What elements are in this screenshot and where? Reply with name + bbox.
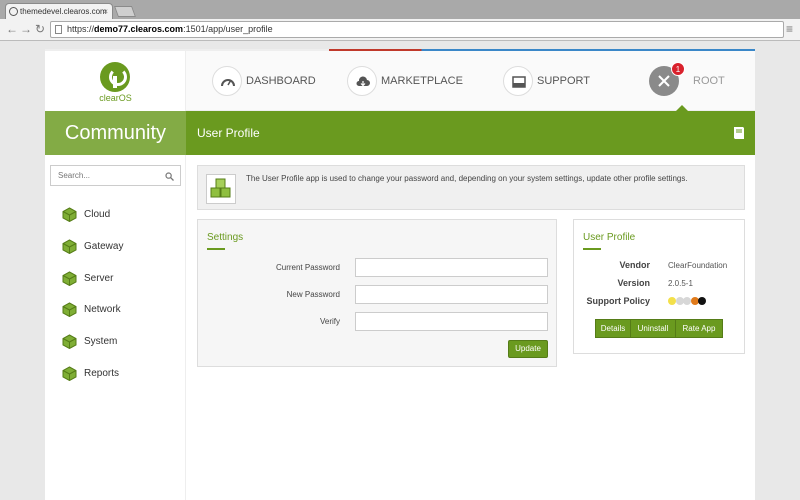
browser-menu-icon[interactable]: ≡ bbox=[786, 22, 793, 37]
settings-panel: Settings Current Password New Password V… bbox=[197, 219, 557, 367]
new-password-field[interactable] bbox=[355, 285, 548, 304]
reload-icon[interactable]: ↻ bbox=[35, 22, 45, 37]
vendor-value: ClearFoundation bbox=[668, 261, 728, 270]
nav-marketplace-label: MARKETPLACE bbox=[381, 75, 463, 87]
support-level-dot bbox=[683, 297, 691, 305]
app-description-box: The User Profile app is used to change y… bbox=[197, 165, 745, 210]
profile-title: User Profile bbox=[583, 232, 636, 243]
cube-icon bbox=[62, 271, 77, 286]
browser-toolbar: ← → ↻ https://demo77.clearos.com:1501/ap… bbox=[0, 19, 800, 41]
page-title: User Profile bbox=[197, 126, 260, 140]
notification-badge: 1 bbox=[671, 62, 685, 76]
cube-icon bbox=[62, 302, 77, 317]
browser-tab-strip: themedevel.clearos.com × bbox=[0, 0, 800, 19]
book-icon[interactable] bbox=[731, 125, 747, 144]
user-profile-panel: User Profile Vendor ClearFoundation Vers… bbox=[573, 219, 745, 354]
details-button[interactable]: Details bbox=[595, 319, 631, 338]
url-path: :1501/app/user_profile bbox=[183, 24, 273, 34]
update-button[interactable]: Update bbox=[508, 340, 548, 358]
current-password-label: Current Password bbox=[275, 263, 340, 272]
url-prefix: https:// bbox=[67, 24, 95, 34]
cube-icon bbox=[62, 334, 77, 349]
sidebar-item-label: Server bbox=[84, 273, 114, 284]
sidebar-item-label: Network bbox=[84, 304, 121, 315]
version-label: Version bbox=[617, 278, 650, 288]
title-underline bbox=[207, 248, 225, 250]
sidebar: Cloud Gateway Server Network System Reports bbox=[45, 155, 186, 500]
tab-title: themedevel.clearos.com bbox=[20, 7, 107, 16]
clearos-logo-icon bbox=[100, 62, 130, 92]
search-icon[interactable] bbox=[165, 172, 174, 184]
page-banner: Community User Profile bbox=[45, 111, 755, 155]
uninstall-button[interactable]: Uninstall bbox=[630, 319, 676, 338]
cube-icon bbox=[62, 366, 77, 381]
version-value: 2.0.5-1 bbox=[668, 279, 693, 288]
new-tab-button[interactable] bbox=[113, 6, 137, 17]
inbox-icon bbox=[503, 66, 533, 96]
vendor-label: Vendor bbox=[619, 260, 650, 270]
cloud-download-icon bbox=[347, 66, 377, 96]
search-input[interactable] bbox=[50, 165, 181, 186]
sidebar-item-label: Reports bbox=[84, 368, 120, 379]
url-host: demo77.clearos.com bbox=[94, 24, 184, 34]
back-icon[interactable]: ← bbox=[6, 22, 18, 37]
dashboard-icon bbox=[212, 66, 242, 96]
sidebar-item-label: System bbox=[84, 336, 118, 347]
logo[interactable]: clearOS bbox=[45, 51, 186, 111]
sidebar-item-label: Cloud bbox=[84, 209, 111, 220]
support-policy-label: Support Policy bbox=[586, 296, 650, 306]
support-level-dot bbox=[668, 297, 676, 305]
address-bar[interactable]: https://demo77.clearos.com:1501/app/user… bbox=[50, 21, 784, 38]
top-header: clearOS DASHBOARD MARKETPLACE SUPPORT 1 bbox=[45, 51, 755, 111]
title-underline bbox=[583, 248, 601, 250]
user-profile-app-icon bbox=[206, 174, 236, 204]
edition-label: Community bbox=[45, 111, 186, 155]
favicon-icon bbox=[9, 7, 18, 16]
close-tab-icon[interactable]: × bbox=[103, 4, 108, 19]
rate-app-button[interactable]: Rate App bbox=[675, 319, 723, 338]
logo-text: clearOS bbox=[99, 93, 132, 103]
settings-title: Settings bbox=[207, 232, 244, 243]
clearos-app: clearOS DASHBOARD MARKETPLACE SUPPORT 1 bbox=[45, 51, 755, 500]
verify-password-field[interactable] bbox=[355, 312, 548, 331]
sidebar-item-label: Gateway bbox=[84, 241, 124, 252]
verify-label: Verify bbox=[319, 317, 340, 326]
nav-dashboard-label: DASHBOARD bbox=[246, 75, 316, 87]
cube-icon bbox=[62, 239, 77, 254]
main-content: The User Profile app is used to change y… bbox=[186, 155, 755, 500]
browser-tab[interactable]: themedevel.clearos.com × bbox=[5, 3, 113, 19]
nav-support-label: SUPPORT bbox=[537, 75, 590, 87]
nav-root-label: ROOT bbox=[693, 75, 725, 87]
app-description: The User Profile app is used to change y… bbox=[246, 174, 688, 183]
page-icon bbox=[55, 25, 62, 34]
forward-icon[interactable]: → bbox=[20, 22, 32, 37]
cube-icon bbox=[62, 207, 77, 222]
new-password-label: New Password bbox=[286, 290, 340, 299]
support-level-dot bbox=[698, 297, 706, 305]
current-password-field[interactable] bbox=[355, 258, 548, 277]
